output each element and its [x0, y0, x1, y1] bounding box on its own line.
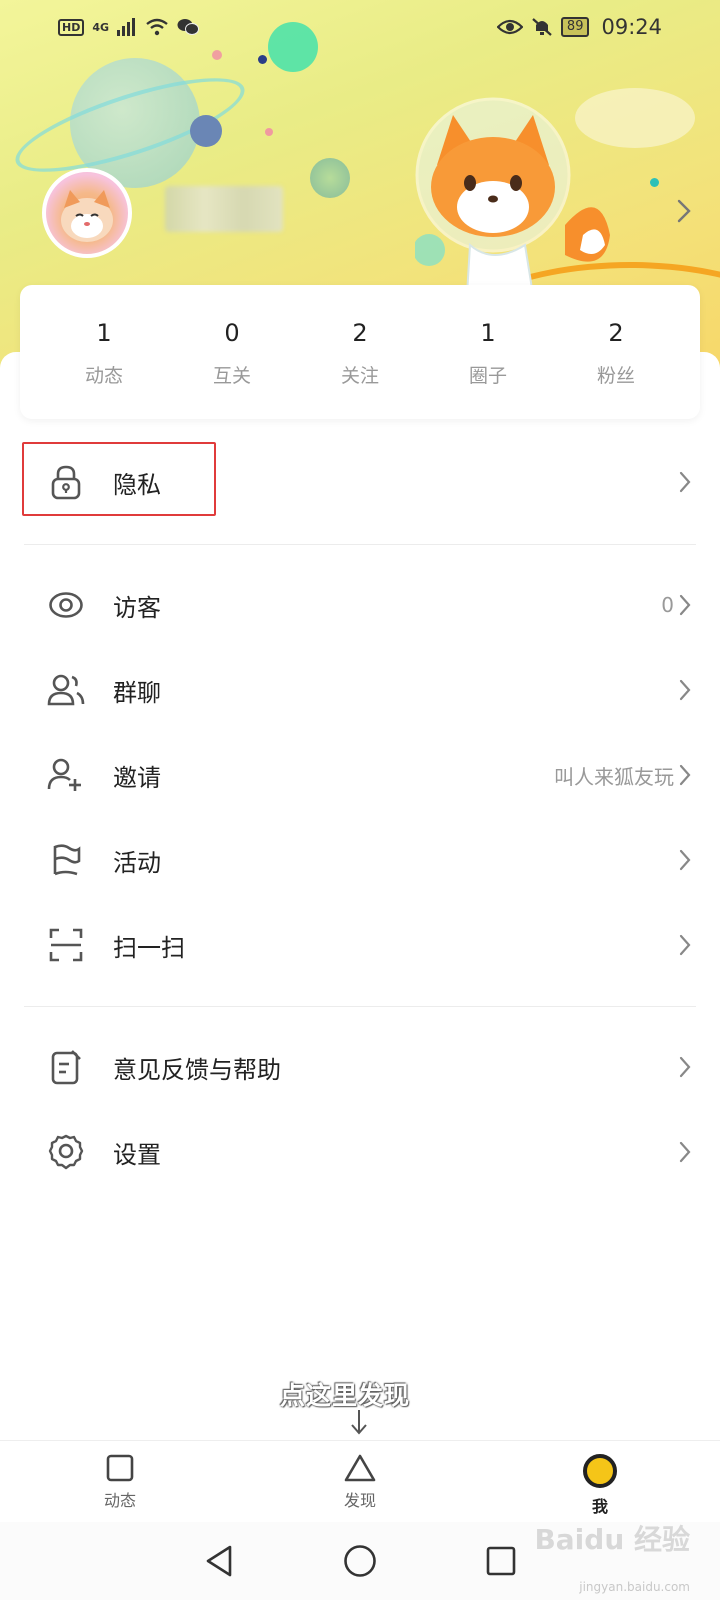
menu-item-label: 群聊: [113, 678, 161, 707]
planet-earth-decoration: [310, 158, 350, 198]
avatar[interactable]: [42, 168, 132, 258]
home-icon[interactable]: [343, 1544, 377, 1578]
menu-item-label: 设置: [113, 1140, 161, 1169]
tab-label: 发现: [343, 1491, 376, 1510]
stat-mutual[interactable]: 0 互关: [192, 317, 272, 388]
signal-icon: [117, 18, 136, 36]
divider: [24, 1006, 696, 1007]
menu-item-scan[interactable]: 扫一扫: [0, 903, 720, 987]
chevron-right-icon: [679, 1141, 691, 1163]
arrow-down-icon: [351, 1410, 367, 1435]
back-icon[interactable]: [203, 1544, 235, 1578]
menu-item-visitors[interactable]: 访客 0: [0, 563, 720, 647]
gear-icon: [46, 1132, 86, 1172]
watermark-logo: Baidu 经验: [534, 1523, 690, 1556]
row-right: [678, 470, 692, 494]
row-right: [678, 1055, 692, 1079]
menu-item-settings[interactable]: 设置: [0, 1110, 720, 1194]
scan-icon: [46, 925, 86, 965]
add-user-icon: [46, 755, 86, 795]
square-icon: [106, 1454, 134, 1482]
bell-muted-icon: [532, 18, 552, 36]
recents-icon[interactable]: [485, 1545, 517, 1577]
watermark-url: jingyan.baidu.com: [579, 1580, 690, 1594]
row-right: [678, 848, 692, 872]
clock: 09:24: [601, 15, 662, 39]
dot-decoration: [265, 128, 273, 136]
stat-following[interactable]: 2 关注: [320, 317, 400, 388]
stat-value: 2: [352, 318, 368, 347]
row-right: 叫人来狐友玩: [554, 761, 692, 790]
feedback-icon: [46, 1047, 86, 1087]
menu-item-feedback[interactable]: 意见反馈与帮助: [0, 1025, 720, 1109]
row-right: [678, 678, 692, 702]
avatar-cat-icon: [61, 190, 113, 242]
row-right: 0: [661, 593, 692, 617]
stat-posts[interactable]: 1 动态: [64, 317, 144, 388]
tab-discover[interactable]: 发现: [240, 1441, 480, 1522]
bottom-tab-bar: 动态 发现 我: [0, 1440, 720, 1522]
username-obscured: [165, 186, 283, 232]
row-right: [678, 933, 692, 957]
stat-circles[interactable]: 1 圈子: [448, 317, 528, 388]
status-bar: HD 4G 89 09:24: [0, 0, 720, 54]
chevron-right-icon: [679, 849, 691, 871]
menu-item-label: 活动: [113, 848, 161, 877]
chevron-right-icon: [679, 594, 691, 616]
group-icon: [46, 670, 86, 710]
wechat-icon: [177, 19, 200, 35]
stat-value: 0: [224, 318, 240, 347]
status-right: 89 09:24: [496, 15, 662, 39]
chevron-right-icon: [679, 471, 691, 493]
stat-value: 1: [96, 318, 112, 347]
menu-item-invite[interactable]: 邀请 叫人来狐友玩: [0, 733, 720, 817]
tab-feed[interactable]: 动态: [0, 1441, 240, 1522]
menu-item-label: 扫一扫: [113, 933, 185, 962]
chevron-right-icon: [679, 934, 691, 956]
tab-label: 我: [591, 1497, 608, 1516]
battery-indicator: 89: [560, 17, 590, 37]
eye-comfort-icon: [496, 19, 523, 35]
stat-label: 关注: [340, 364, 379, 387]
discover-hint-annotation: 点这里发现: [280, 1381, 411, 1410]
stat-label: 互关: [212, 364, 251, 387]
status-left: HD 4G: [58, 18, 200, 36]
row-right: [678, 1140, 692, 1164]
visitor-count: 0: [661, 593, 674, 617]
wifi-icon: [146, 18, 168, 36]
menu-item-label: 访客: [113, 593, 161, 622]
menu-item-label: 意见反馈与帮助: [113, 1055, 281, 1084]
stat-value: 1: [480, 318, 496, 347]
circle-icon: [583, 1454, 617, 1488]
invite-hint: 叫人来狐友玩: [554, 764, 674, 789]
dot-decoration: [258, 55, 267, 64]
menu-item-activity[interactable]: 活动: [0, 818, 720, 902]
network-type: 4G: [92, 20, 110, 34]
highlight-annotation-box: [22, 442, 216, 516]
stat-fans[interactable]: 2 粉丝: [576, 317, 656, 388]
divider: [24, 544, 696, 545]
chevron-right-icon: [679, 764, 691, 786]
triangle-icon: [344, 1454, 376, 1482]
tab-me[interactable]: 我: [480, 1441, 720, 1522]
tab-label: 动态: [103, 1491, 136, 1510]
chevron-right-icon: [679, 679, 691, 701]
dot-decoration: [650, 178, 659, 187]
chevron-right-icon: [679, 1056, 691, 1078]
menu-item-label: 邀请: [113, 763, 161, 792]
stat-value: 2: [608, 318, 624, 347]
eye-icon: [46, 585, 86, 625]
stat-label: 动态: [84, 364, 123, 387]
stat-label: 粉丝: [596, 364, 635, 387]
menu-item-group-chat[interactable]: 群聊: [0, 648, 720, 732]
chevron-right-icon[interactable]: [676, 198, 692, 224]
flag-icon: [46, 840, 86, 880]
planet-small-decoration: [190, 115, 222, 147]
stat-label: 圈子: [468, 364, 507, 387]
hd-badge: HD: [58, 18, 85, 36]
stats-card: 1 动态 0 互关 2 关注 1 圈子 2 粉丝: [20, 285, 700, 419]
